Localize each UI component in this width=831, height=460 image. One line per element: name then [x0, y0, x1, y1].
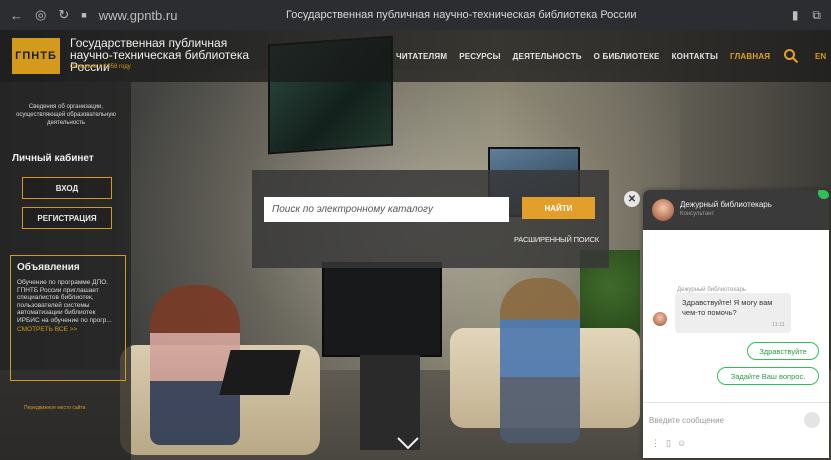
announcements-title: Объявления: [17, 262, 80, 273]
chat-close-icon[interactable]: ✕: [624, 191, 640, 207]
chat-tools: ⋮ ▯ ☺: [651, 438, 686, 449]
nav-about[interactable]: О БИБЛИОТЕКЕ: [594, 52, 660, 61]
chat-message: Здравствуйте! Я могу вам чем-то помочь? …: [675, 293, 791, 333]
address-bar[interactable]: www.gpntb.ru: [99, 8, 178, 23]
main-nav: ЧИТАТЕЛЯМ РЕСУРСЫ ДЕЯТЕЛЬНОСТЬ О БИБЛИОТ…: [396, 52, 770, 61]
org-subtitle: Основана в 1958 году: [70, 64, 131, 70]
tab-title: Государственная публичная научно-техниче…: [286, 9, 637, 21]
back-icon[interactable]: ←: [10, 8, 23, 23]
browser-toolbar: ← ◎ ↻ ■ www.gpntb.ru Государственная пуб…: [0, 0, 831, 30]
laptop: [219, 350, 301, 395]
send-icon[interactable]: [804, 412, 820, 428]
sidebar-footer-link[interactable]: Передвижное место сайта: [24, 405, 85, 411]
menu-dots-icon[interactable]: ⋮: [651, 438, 660, 449]
tv-screen: [322, 262, 442, 357]
agent-name: Дежурный библиотекарь: [680, 200, 772, 209]
browser-nav: ← ◎ ↻ ■ www.gpntb.ru: [0, 7, 250, 23]
quick-reply-ask[interactable]: Задайте Ваш вопрос.: [717, 367, 819, 385]
browser-actions: ▮ ⧉: [792, 8, 821, 23]
lock-icon: ■: [81, 10, 87, 20]
extension-icon[interactable]: ⧉: [812, 8, 821, 23]
reload-icon[interactable]: ↻: [58, 7, 69, 23]
chat-message-text: Здравствуйте! Я могу вам чем-то помочь?: [682, 298, 773, 317]
online-indicator: [818, 190, 829, 199]
logo-text: ГПНТБ: [15, 50, 57, 62]
chat-widget: Дежурный библиотекарь Консультант Дежурн…: [643, 190, 829, 458]
scroll-down-icon[interactable]: [395, 430, 421, 456]
language-switch[interactable]: EN: [815, 52, 826, 61]
register-button[interactable]: РЕГИСТРАЦИЯ: [22, 207, 112, 229]
quick-reply-hello[interactable]: Здравствуйте: [747, 342, 819, 360]
home-icon[interactable]: ◎: [35, 7, 46, 23]
personal-cabinet-title: Личный кабинет: [12, 153, 94, 164]
nav-home[interactable]: ГЛАВНАЯ: [730, 52, 770, 61]
find-button[interactable]: НАЙТИ: [522, 197, 595, 219]
nav-readers[interactable]: ЧИТАТЕЛЯМ: [396, 52, 447, 61]
catalog-search-input[interactable]: [264, 197, 509, 222]
chat-header[interactable]: Дежурный библиотекарь Консультант: [643, 190, 829, 230]
attach-icon[interactable]: ▯: [666, 438, 671, 449]
agent-role: Консультант: [680, 211, 715, 217]
org-info-link[interactable]: Сведения об организации, осуществляющей …: [6, 103, 126, 127]
person-reading: [500, 278, 580, 443]
message-time: 11:11: [772, 322, 785, 328]
chat-message-input[interactable]: [649, 412, 799, 428]
search-icon[interactable]: [783, 48, 799, 64]
nav-activity[interactable]: ДЕЯТЕЛЬНОСТЬ: [513, 52, 582, 61]
site-logo[interactable]: ГПНТБ: [12, 38, 60, 74]
advanced-search-link[interactable]: РАСШИРЕННЫЙ ПОИСК: [514, 235, 599, 244]
nav-contacts[interactable]: КОНТАКТЫ: [672, 52, 718, 61]
emoji-icon[interactable]: ☺: [677, 438, 686, 449]
announcement-text[interactable]: Обучение по программе ДПО. ГПНТБ России …: [17, 279, 119, 324]
announcements-more-link[interactable]: СМОТРЕТЬ ВСЕ >>: [17, 326, 119, 333]
agent-avatar: [652, 199, 674, 221]
bookmark-icon[interactable]: ▮: [792, 8, 799, 23]
nav-resources[interactable]: РЕСУРСЫ: [459, 52, 500, 61]
announcements-box: Объявления Обучение по программе ДПО. ГП…: [10, 255, 126, 381]
message-avatar: [653, 312, 667, 326]
login-button[interactable]: ВХОД: [22, 177, 112, 199]
chat-divider: [643, 402, 829, 403]
